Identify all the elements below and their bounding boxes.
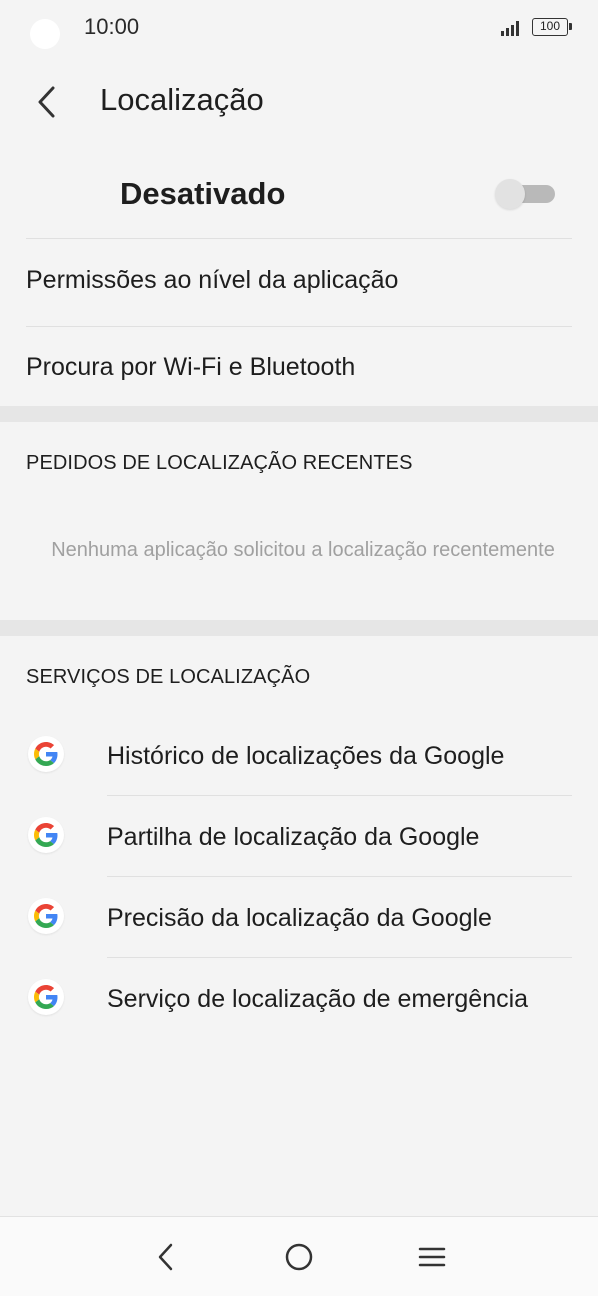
- service-label: Precisão da localização da Google: [107, 904, 492, 932]
- battery-icon: 100: [532, 18, 572, 36]
- back-nav-icon[interactable]: [146, 1237, 186, 1277]
- google-g-icon: [28, 898, 64, 934]
- app-bar: Localização: [0, 64, 598, 140]
- location-services-header: SERVIÇOS DE LOCALIZAÇÃO: [26, 666, 311, 688]
- app-permissions-item[interactable]: Permissões ao nível da aplicação: [26, 240, 572, 327]
- signal-icon: [501, 21, 519, 36]
- location-master-toggle-row[interactable]: Desativado: [26, 150, 572, 239]
- location-switch[interactable]: [495, 179, 555, 209]
- recent-requests-empty-text: Nenhuma aplicação solicitou a localizaçã…: [51, 539, 555, 561]
- wifi-bluetooth-scan-label: Procura por Wi-Fi e Bluetooth: [26, 353, 356, 381]
- menu-nav-icon[interactable]: [412, 1237, 452, 1277]
- status-bar: 10:00 100: [0, 0, 598, 56]
- location-toggle-label: Desativado: [120, 176, 286, 211]
- section-divider: [0, 620, 598, 636]
- service-item-location-sharing[interactable]: Partilha de localização da Google: [0, 797, 598, 877]
- service-label: Histórico de localizações da Google: [107, 742, 505, 770]
- service-label: Serviço de localização de emergência: [107, 985, 529, 1013]
- google-g-icon: [28, 736, 64, 772]
- navigation-bar: [0, 1216, 598, 1296]
- home-nav-icon[interactable]: [279, 1237, 319, 1277]
- chevron-left-icon[interactable]: [28, 82, 68, 122]
- status-time: 10:00: [84, 14, 140, 39]
- wifi-bluetooth-scan-item[interactable]: Procura por Wi-Fi e Bluetooth: [26, 327, 572, 413]
- row-divider: [107, 957, 572, 958]
- service-item-emergency-location[interactable]: Serviço de localização de emergência: [0, 959, 598, 1039]
- switch-thumb: [495, 179, 525, 209]
- row-divider: [107, 795, 572, 796]
- recent-requests-header: PEDIDOS DE LOCALIZAÇÃO RECENTES: [26, 452, 413, 474]
- page-title: Localização: [100, 82, 264, 117]
- row-divider: [107, 876, 572, 877]
- service-item-location-accuracy[interactable]: Precisão da localização da Google: [0, 878, 598, 958]
- google-g-icon: [28, 817, 64, 853]
- camera-cutout: [30, 19, 60, 49]
- google-g-icon: [28, 979, 64, 1015]
- service-label: Partilha de localização da Google: [107, 823, 480, 851]
- section-divider: [0, 406, 598, 422]
- service-item-location-history[interactable]: Histórico de localizações da Google: [0, 716, 598, 796]
- app-permissions-label: Permissões ao nível da aplicação: [26, 266, 399, 294]
